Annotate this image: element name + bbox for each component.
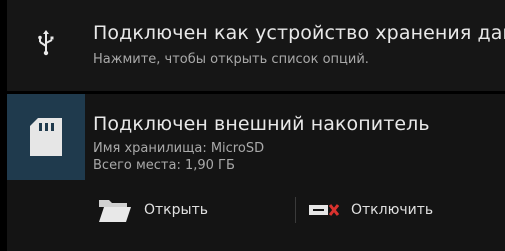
sd-storage-name: Имя хранилища: MicroSD — [93, 141, 265, 156]
usb-icon-box — [7, 0, 85, 85]
notification-shade: Подключен как устройство хранения данных… — [0, 0, 505, 251]
sd-total-space: Всего места: 1,90 ГБ — [93, 158, 235, 173]
shade-edge — [0, 0, 7, 251]
sd-card-notification[interactable]: Подключен внешний накопитель Имя хранили… — [7, 94, 505, 251]
sd-card-icon — [30, 118, 62, 156]
unmount-button-label: Отключить — [351, 202, 434, 218]
sd-card-icon-box — [7, 94, 85, 180]
open-button[interactable]: Открыть — [98, 194, 208, 226]
usb-notification-subtitle: Нажмите, чтобы открыть список опций. — [93, 52, 369, 67]
open-button-label: Открыть — [144, 202, 208, 218]
action-separator — [295, 197, 296, 223]
unmount-icon — [309, 202, 339, 218]
sd-notification-title: Подключен внешний накопитель — [93, 113, 430, 135]
folder-icon — [98, 197, 132, 223]
unmount-button[interactable]: Отключить — [309, 194, 433, 226]
usb-storage-notification[interactable]: Подключен как устройство хранения данных… — [7, 0, 505, 91]
usb-icon — [38, 29, 54, 55]
sd-action-bar: Открыть Отключить — [7, 180, 505, 251]
usb-notification-title: Подключен как устройство хранения данных — [93, 22, 505, 44]
